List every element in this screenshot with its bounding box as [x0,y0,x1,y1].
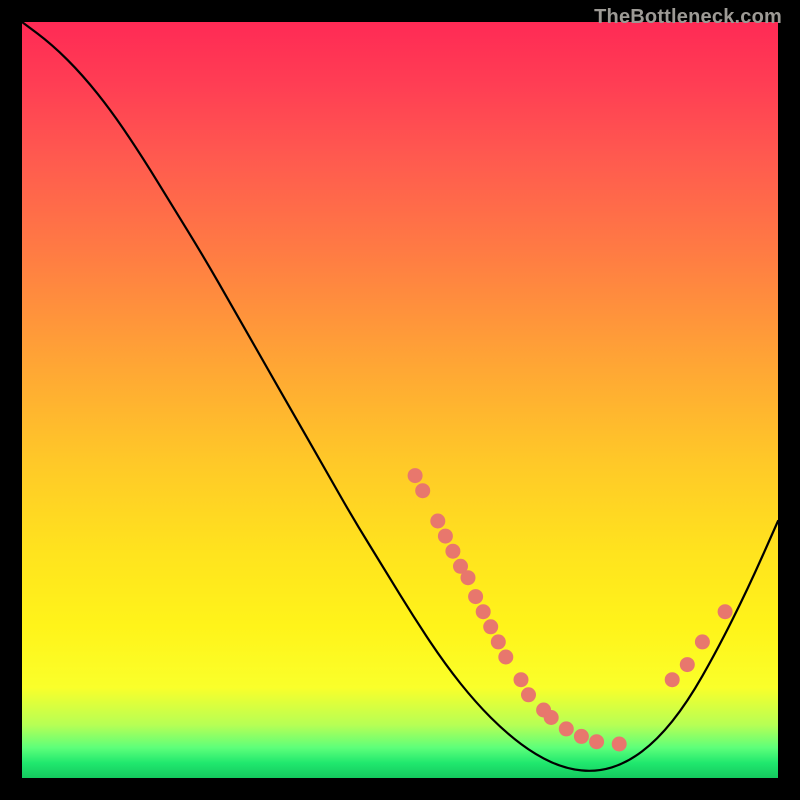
scatter-dot [514,672,529,687]
scatter-dot [612,737,627,752]
scatter-dot [491,634,506,649]
scatter-dot [483,619,498,634]
scatter-points [408,468,733,751]
scatter-dot [665,672,680,687]
scatter-dot [589,734,604,749]
scatter-dot [718,604,733,619]
scatter-dot [476,604,491,619]
scatter-dot [680,657,695,672]
scatter-dot [445,544,460,559]
watermark-text: TheBottleneck.com [594,6,782,29]
scatter-dot [574,729,589,744]
scatter-dot [695,634,710,649]
scatter-dot [498,650,513,665]
scatter-dot [461,570,476,585]
chart-svg [22,22,778,778]
scatter-dot [408,468,423,483]
scatter-dot [430,514,445,529]
chart-frame [22,22,778,778]
scatter-dot [544,710,559,725]
scatter-dot [415,483,430,498]
scatter-dot [521,687,536,702]
scatter-dot [559,721,574,736]
scatter-dot [468,589,483,604]
bottleneck-curve [22,22,778,771]
scatter-dot [438,529,453,544]
